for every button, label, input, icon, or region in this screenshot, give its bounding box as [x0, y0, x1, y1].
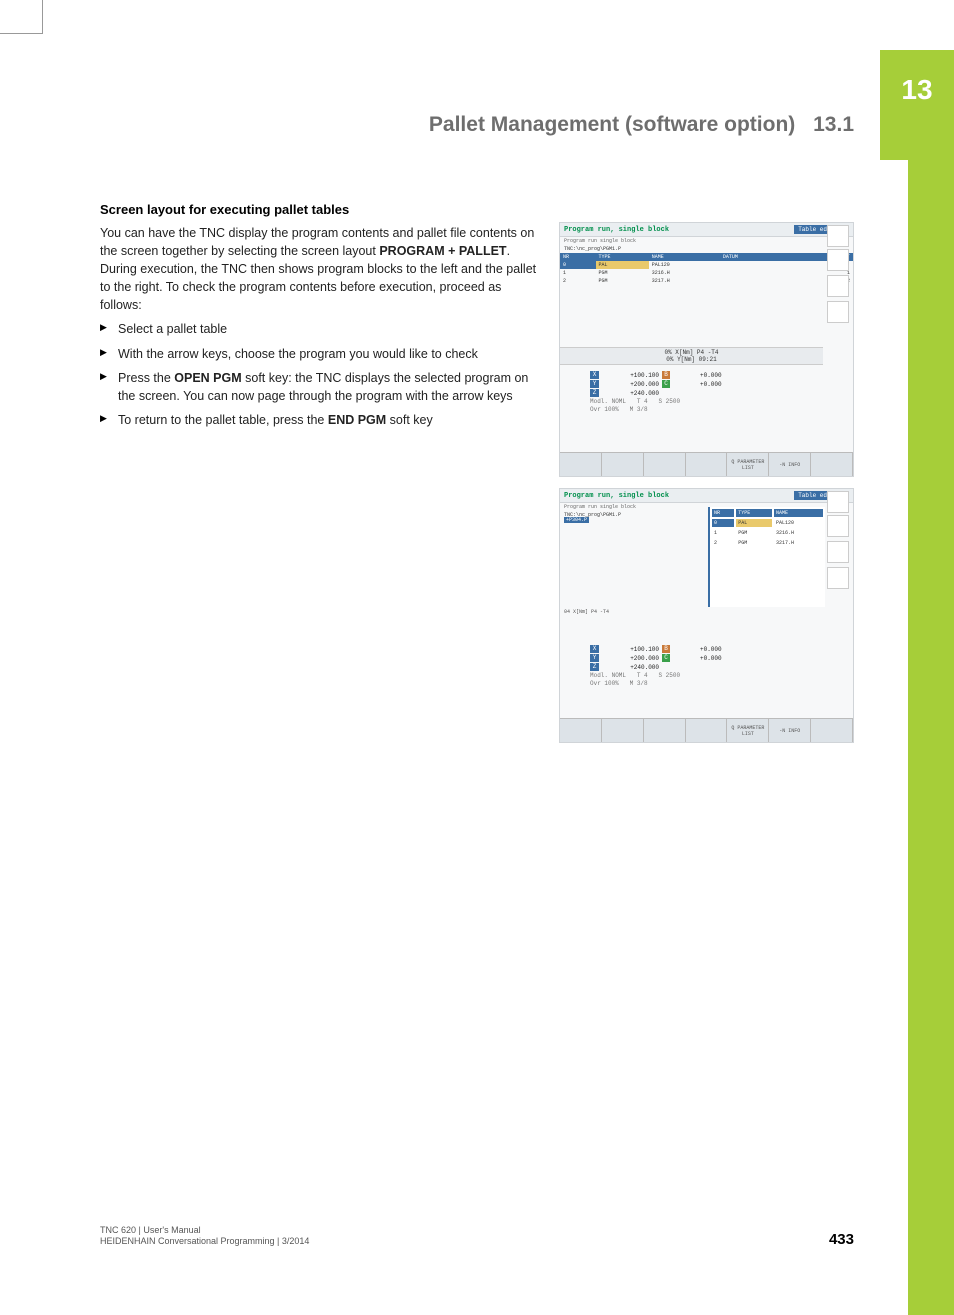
- softkey-param-list: Q PARAMETER LIST: [727, 719, 769, 742]
- softkey: [686, 453, 728, 476]
- softkey-info: -N INFO: [769, 719, 811, 742]
- chapter-number: 13: [901, 74, 932, 106]
- table-row: 2PGM3217.H: [712, 539, 823, 547]
- screenshot-program-pallet-split: Program run, single block Table editing …: [559, 488, 854, 743]
- fig2-softkey-row: Q PARAMETER LIST -N INFO: [560, 718, 853, 742]
- chapter-tab: 13: [880, 50, 954, 160]
- softkey: [811, 453, 853, 476]
- fig1-table: NR TYPE NAME DATUM PRESET 0 PAL PAL120 1…: [560, 253, 853, 285]
- table-row: 1 PGM 3216.H 1: [560, 269, 853, 277]
- intro-paragraph: You can have the TNC display the program…: [100, 224, 540, 315]
- fig1-coordinates: X+100.100B+0.000 Y+200.000C+0.000 Z+240.…: [590, 371, 722, 414]
- softkey-info: -N INFO: [769, 453, 811, 476]
- softkey: [560, 719, 602, 742]
- side-button: [827, 301, 849, 323]
- table-row: 0 PAL PAL120: [560, 261, 853, 269]
- step-4: To return to the pallet table, press the…: [100, 411, 540, 429]
- page-header: Pallet Management (software option) 13.1: [100, 113, 854, 137]
- page-number: 433: [829, 1231, 854, 1248]
- softkey: [644, 719, 686, 742]
- settings-icon: [827, 225, 849, 247]
- page-footer: TNC 620 | User's Manual HEIDENHAIN Conve…: [100, 1225, 854, 1248]
- side-button: [827, 541, 849, 563]
- fig2-midline: 04 X[Nm] P4 -T4: [564, 609, 609, 615]
- table-row: 0PALPAL120: [712, 519, 823, 527]
- side-button: [827, 275, 849, 297]
- fig2-side-buttons: [827, 515, 851, 593]
- crop-mark-vertical: [42, 0, 43, 34]
- softkey: [602, 719, 644, 742]
- fig2-pallet-pane: NR TYPE NAME 0PALPAL120 1PGM3216.H 2PGM3…: [708, 507, 825, 607]
- section-heading: Screen layout for executing pallet table…: [100, 201, 540, 220]
- table-row: 2 PGM 3217.H 2: [560, 277, 853, 285]
- fig1-path: TNC:\nc_prog\PGM1.P: [560, 245, 853, 253]
- screenshot-pallet-table: Program run, single block Table editing …: [559, 222, 854, 477]
- softkey: [811, 719, 853, 742]
- fig1-subtitle: Program run single block: [560, 237, 853, 245]
- softkey: [602, 453, 644, 476]
- header-section-number: 13.1: [813, 113, 854, 136]
- step-2: With the arrow keys, choose the program …: [100, 345, 540, 363]
- settings-icon: [827, 491, 849, 513]
- fig2-program-pane: +P304.P: [564, 517, 589, 523]
- fig2-coordinates: X+100.100B+0.000 Y+200.000C+0.000 Z+240.…: [590, 645, 722, 688]
- table-row: 1PGM3216.H: [712, 529, 823, 537]
- side-button: [827, 515, 849, 537]
- side-button: [827, 249, 849, 271]
- fig1-status: 0% X[Nm] P4 -T4 0% Y[Nm] 09:21: [560, 347, 823, 365]
- side-strip: [908, 160, 954, 1315]
- softkey-param-list: Q PARAMETER LIST: [727, 453, 769, 476]
- step-3: Press the OPEN PGM soft key: the TNC dis…: [100, 369, 540, 405]
- body-text: Screen layout for executing pallet table…: [100, 201, 540, 435]
- softkey: [560, 453, 602, 476]
- steps-list: Select a pallet table With the arrow key…: [100, 320, 540, 429]
- document-page: 13 Pallet Management (software option) 1…: [0, 0, 954, 1315]
- fig1-titlebar: Program run, single block Table editing: [560, 223, 853, 237]
- fig1-side-buttons: [827, 249, 851, 327]
- softkey: [686, 719, 728, 742]
- fig2-titlebar: Program run, single block Table editing: [560, 489, 853, 503]
- step-1: Select a pallet table: [100, 320, 540, 338]
- softkey: [644, 453, 686, 476]
- footer-text: TNC 620 | User's Manual HEIDENHAIN Conve…: [100, 1225, 309, 1248]
- crop-mark-horizontal: [0, 33, 43, 34]
- header-title: Pallet Management (software option): [429, 113, 795, 136]
- side-button: [827, 567, 849, 589]
- fig1-softkey-row: Q PARAMETER LIST -N INFO: [560, 452, 853, 476]
